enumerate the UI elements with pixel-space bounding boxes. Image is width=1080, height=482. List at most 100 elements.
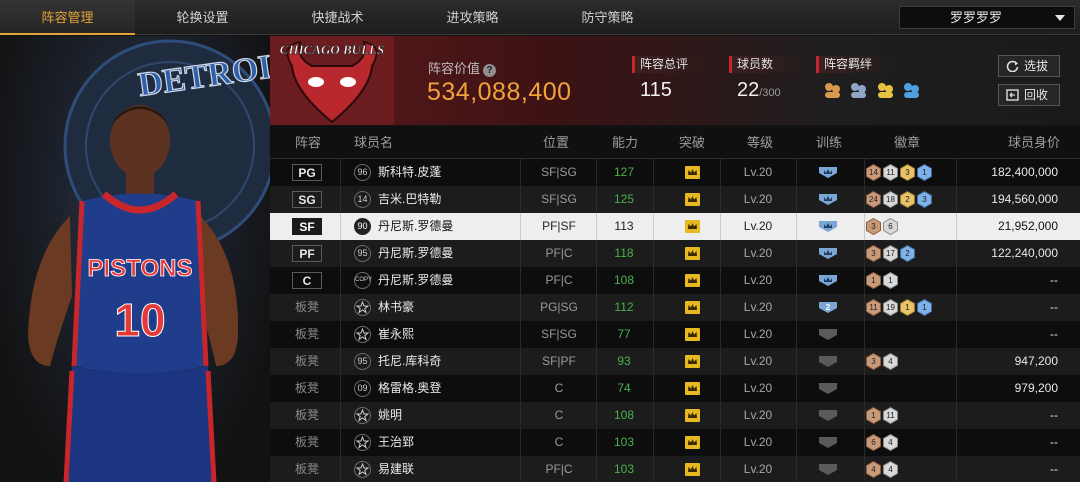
- silver-badge-icon[interactable]: 11: [883, 164, 898, 181]
- breakthrough-crown-icon[interactable]: [685, 166, 700, 179]
- silver-badge-icon[interactable]: 6: [883, 218, 898, 235]
- bronze-badge-icon[interactable]: 4: [866, 461, 881, 478]
- team-dropdown[interactable]: 罗罗罗罗: [899, 6, 1075, 29]
- tab-offense-strategy[interactable]: 进攻策略: [405, 0, 540, 35]
- col-level[interactable]: 等级: [747, 126, 773, 159]
- tab-lineup-management[interactable]: 阵容管理: [0, 0, 135, 35]
- training-icon[interactable]: [818, 328, 838, 341]
- bronze-badge-icon[interactable]: 3: [866, 245, 881, 262]
- gold-badge-icon[interactable]: 1: [900, 299, 915, 316]
- table-row[interactable]: SF 90 丹尼斯.罗德曼 PF|SF 113 Lv.20 3 6 21,952,000: [270, 213, 1080, 240]
- col-lineup[interactable]: 阵容: [295, 126, 321, 159]
- bronze-badge-icon[interactable]: 3: [866, 218, 881, 235]
- silver-badge-icon[interactable]: 18: [883, 191, 898, 208]
- tab-quick-tactics[interactable]: 快捷战术: [270, 0, 405, 35]
- player-name[interactable]: 崔永熙: [378, 321, 414, 348]
- breakthrough-crown-icon[interactable]: [685, 409, 700, 422]
- table-row[interactable]: 板凳 崔永熙 SF|SG 77 Lv.20 --: [270, 321, 1080, 348]
- table-row[interactable]: 板凳 王治郅 C 103 Lv.20 6 4 --: [270, 429, 1080, 456]
- table-row[interactable]: SG 14 吉米.巴特勒 SF|SG 125 Lv.20 24 18 2 3 194,560,000: [270, 186, 1080, 213]
- player-name[interactable]: 吉米.巴特勒: [378, 186, 441, 213]
- silver-badge-icon[interactable]: 4: [883, 353, 898, 370]
- bond-group-icon[interactable]: [876, 81, 895, 100]
- silver-badge-icon[interactable]: 17: [883, 245, 898, 262]
- training-icon[interactable]: [818, 220, 838, 233]
- table-row[interactable]: PF 95 丹尼斯.罗德曼 PF|C 118 Lv.20 3 17 2 122,240,000: [270, 240, 1080, 267]
- col-ability[interactable]: 能力: [612, 126, 638, 159]
- player-name[interactable]: 托尼.库科奇: [378, 348, 441, 375]
- bond-group-icon[interactable]: [849, 81, 868, 100]
- col-badges[interactable]: 徽章: [894, 126, 920, 159]
- blue-badge-icon[interactable]: 3: [917, 191, 932, 208]
- col-breakthrough[interactable]: 突破: [679, 126, 705, 159]
- silver-badge-icon[interactable]: 1: [883, 272, 898, 289]
- column-divider: [340, 186, 341, 213]
- breakthrough-crown-icon[interactable]: [685, 382, 700, 395]
- col-position[interactable]: 位置: [543, 126, 569, 159]
- table-row[interactable]: PG 96 斯科特.皮蓬 SF|SG 127 Lv.20 14 11 3 1 182,400,000: [270, 159, 1080, 186]
- player-name[interactable]: 王治郅: [378, 429, 414, 456]
- training-icon[interactable]: 2: [818, 301, 838, 314]
- breakthrough-crown-icon[interactable]: [685, 220, 700, 233]
- bronze-badge-icon[interactable]: 6: [866, 434, 881, 451]
- player-name[interactable]: 丹尼斯.罗德曼: [378, 213, 453, 240]
- breakthrough-crown-icon[interactable]: [685, 274, 700, 287]
- blue-badge-icon[interactable]: 2: [900, 245, 915, 262]
- training-icon[interactable]: [818, 274, 838, 287]
- bronze-badge-icon[interactable]: 1: [866, 272, 881, 289]
- silver-badge-icon[interactable]: 4: [883, 434, 898, 451]
- help-icon[interactable]: ?: [483, 64, 497, 77]
- table-row[interactable]: C COPY 丹尼斯.罗德曼 PF|C 108 Lv.20 1 1 --: [270, 267, 1080, 294]
- breakthrough-crown-icon[interactable]: [685, 301, 700, 314]
- col-value[interactable]: 球员身价: [1008, 126, 1060, 159]
- bronze-badge-icon[interactable]: 14: [866, 164, 881, 181]
- breakthrough-crown-icon[interactable]: [685, 436, 700, 449]
- silver-badge-icon[interactable]: 11: [883, 407, 898, 424]
- player-name[interactable]: 易建联: [378, 456, 414, 482]
- breakthrough-crown-icon[interactable]: [685, 355, 700, 368]
- table-row[interactable]: 板凳 95 托尼.库科奇 SF|PF 93 Lv.20 3 4 947,200: [270, 348, 1080, 375]
- table-row[interactable]: 板凳 易建联 PF|C 103 Lv.20 4 4 --: [270, 456, 1080, 482]
- tab-defense-strategy[interactable]: 防守策略: [540, 0, 675, 35]
- col-training[interactable]: 训练: [816, 126, 842, 159]
- player-name[interactable]: 林书豪: [378, 294, 414, 321]
- bond-group-icon[interactable]: [902, 81, 921, 100]
- player-name[interactable]: 姚明: [378, 402, 402, 429]
- breakthrough-crown-icon[interactable]: [685, 193, 700, 206]
- table-row[interactable]: 板凳 林书豪 PG|SG 112 Lv.20 2 11 19 1 1 --: [270, 294, 1080, 321]
- tab-rotation-settings[interactable]: 轮换设置: [135, 0, 270, 35]
- bond-group-icon[interactable]: [823, 81, 842, 100]
- recycle-button[interactable]: 回收: [998, 84, 1060, 106]
- breakthrough-crown-icon[interactable]: [685, 328, 700, 341]
- training-icon[interactable]: [818, 409, 838, 422]
- training-icon[interactable]: [818, 355, 838, 368]
- player-name[interactable]: 斯科特.皮蓬: [378, 159, 441, 186]
- training-icon[interactable]: [818, 166, 838, 179]
- gold-badge-icon[interactable]: 3: [900, 164, 915, 181]
- player-name[interactable]: 丹尼斯.罗德曼: [378, 240, 453, 267]
- table-row[interactable]: 板凳 09 格雷格.奥登 C 74 Lv.20 979,200: [270, 375, 1080, 402]
- breakthrough-crown-icon[interactable]: [685, 247, 700, 260]
- player-name[interactable]: 丹尼斯.罗德曼: [378, 267, 453, 294]
- table-row[interactable]: 板凳 姚明 C 108 Lv.20 1 11 --: [270, 402, 1080, 429]
- bronze-badge-icon[interactable]: 1: [866, 407, 881, 424]
- bronze-badge-icon[interactable]: 24: [866, 191, 881, 208]
- training-icon[interactable]: [818, 382, 838, 395]
- breakthrough-crown-icon[interactable]: [685, 463, 700, 476]
- training-icon[interactable]: [818, 463, 838, 476]
- blue-badge-icon[interactable]: 1: [917, 164, 932, 181]
- training-icon[interactable]: [818, 436, 838, 449]
- silver-badge-icon[interactable]: 19: [883, 299, 898, 316]
- gold-badge-icon[interactable]: 2: [900, 191, 915, 208]
- training-icon[interactable]: [818, 193, 838, 206]
- blue-badge-icon[interactable]: 1: [917, 299, 932, 316]
- select-players-button[interactable]: 选拔: [998, 55, 1060, 77]
- silver-badge-icon[interactable]: 4: [883, 461, 898, 478]
- bronze-badge-icon[interactable]: 11: [866, 299, 881, 316]
- player-name[interactable]: 格雷格.奥登: [378, 375, 441, 402]
- bronze-badge-icon[interactable]: 3: [866, 353, 881, 370]
- column-divider: [864, 402, 865, 429]
- badge-count: 1: [905, 303, 910, 312]
- training-icon[interactable]: [818, 247, 838, 260]
- col-name[interactable]: 球员名: [354, 126, 393, 159]
